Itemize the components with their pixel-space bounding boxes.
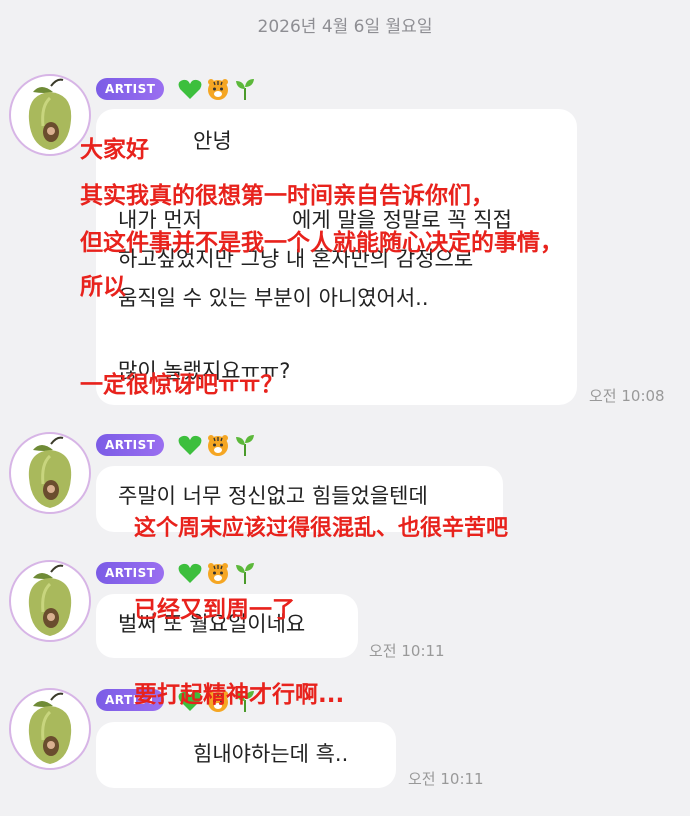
sprout-icon — [236, 563, 254, 584]
message-text: 안녕 — [193, 129, 232, 153]
status-emojis — [178, 432, 256, 458]
message-bubble[interactable]: 안녕 내가 먼저 에게 말을 정말로 꼭 직접 하고싶었지만 그냥 내 혼자만의… — [96, 109, 577, 405]
message-text: 주말이 너무 정신없고 힘들었을텐데 — [118, 484, 428, 508]
avatar[interactable] — [9, 74, 91, 156]
artist-badge: ARTIST — [96, 434, 165, 456]
translation-overlay: 所以 — [80, 274, 126, 300]
sprout-icon — [236, 435, 254, 456]
message-timestamp: 오전 10:08 — [589, 387, 665, 405]
tiger-icon — [208, 435, 228, 456]
tiger-icon — [208, 563, 228, 584]
translation-overlay: 大家好 — [80, 137, 149, 163]
artist-badge: ARTIST — [96, 562, 165, 584]
sprout-icon — [236, 79, 254, 100]
tiger-icon — [208, 79, 228, 100]
redacted-area — [110, 740, 182, 768]
status-emojis — [178, 560, 256, 586]
message-timestamp: 오전 10:11 — [369, 642, 445, 660]
green-heart-icon — [178, 435, 202, 455]
avatar[interactable] — [9, 432, 91, 514]
artist-badge: ARTIST — [96, 78, 165, 100]
message-text: 힘내야하는데 흑.. — [193, 742, 349, 766]
translation-overlay: 要打起精神才行啊... — [134, 682, 345, 708]
green-heart-icon — [178, 79, 202, 99]
translation-overlay: 其实我真的很想第一时间亲自告诉你们， — [80, 183, 494, 209]
message-text: 움직일 수 있는 부분이 아니였어서.. — [118, 286, 429, 310]
translation-overlay: 一定很惊讶吧ㅠㅠ？ — [80, 372, 284, 398]
date-header: 2026년 4월 6일 월요일 — [257, 17, 433, 37]
status-emojis — [178, 76, 256, 102]
translation-overlay: 这个周末应该过得很混乱、也很辛苦吧 — [134, 516, 509, 541]
translation-overlay: 已经又到周一了 — [134, 597, 295, 623]
message-bubble[interactable]: 힘내야하는데 흑.. — [96, 722, 396, 788]
message-timestamp: 오전 10:11 — [408, 770, 484, 788]
translation-overlay: 但这件事并不是我一个人就能随心决定的事情， — [80, 230, 563, 256]
green-heart-icon — [178, 563, 202, 583]
avatar[interactable] — [9, 560, 91, 642]
avatar[interactable] — [9, 688, 91, 770]
